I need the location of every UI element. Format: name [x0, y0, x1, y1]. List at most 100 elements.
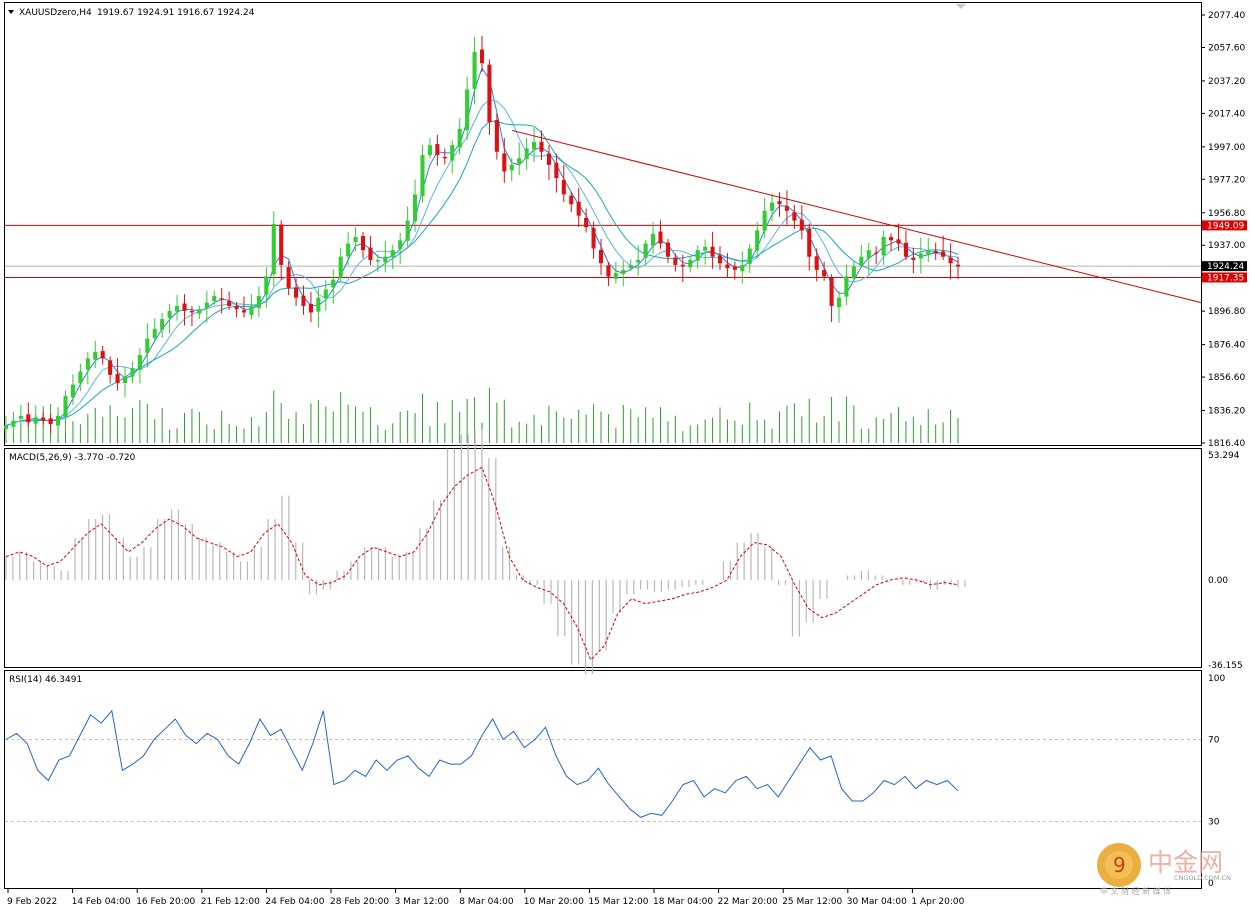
- candle-body: [606, 265, 611, 277]
- scroll-marker-icon[interactable]: [956, 4, 966, 9]
- candle-body: [182, 303, 187, 311]
- candle-body: [829, 277, 834, 306]
- candle-body: [390, 250, 395, 258]
- candle-body: [41, 417, 46, 421]
- trading-chart[interactable]: 1949.09 1917.351924.24 2077.40 2057.60 2037…: [0, 0, 1252, 913]
- rsi-indicator: 10070300: [5, 674, 1225, 889]
- candle-body: [145, 338, 150, 353]
- collapse-triangle-icon[interactable]: [8, 10, 14, 14]
- candle-body: [822, 270, 827, 277]
- time-tick-label: 30 Mar 04:00: [847, 897, 907, 907]
- candle-body: [844, 276, 849, 297]
- candle-body: [152, 328, 157, 339]
- time-tick-label: 14 Feb 04:00: [72, 897, 131, 907]
- candle-body: [941, 251, 946, 257]
- candle-body: [591, 228, 596, 249]
- candle-body: [271, 223, 276, 275]
- candle-body: [933, 250, 938, 254]
- candle-body: [353, 237, 358, 243]
- candle-body: [108, 360, 113, 375]
- candle-body: [502, 153, 507, 172]
- candle-body: [63, 396, 68, 417]
- price-tick-label: 1997.00: [1208, 143, 1245, 153]
- candle-body: [93, 351, 98, 360]
- candle-body: [717, 255, 723, 264]
- rsi-tick-label: 70: [1208, 736, 1220, 746]
- upper-resistance-line-tag-label: 1949.09: [1207, 221, 1244, 231]
- candle-body: [3, 425, 9, 429]
- candle-body: [680, 264, 685, 267]
- candle-body: [375, 259, 380, 262]
- candle-body: [427, 145, 432, 155]
- candle-body: [189, 310, 194, 313]
- candle-body: [532, 141, 537, 150]
- macd-tick-label: 53.294: [1208, 451, 1240, 461]
- candle-body: [747, 248, 752, 264]
- candle-body: [301, 295, 306, 306]
- candle-body: [814, 256, 819, 270]
- candle-body: [673, 257, 678, 265]
- symbol-label: XAUUSDzero,H4: [19, 8, 92, 18]
- macd-panel-frame: [4, 448, 1202, 668]
- price-tick-label: 1876.40: [1208, 341, 1245, 351]
- price-tick-label: 2057.60: [1208, 43, 1245, 53]
- price-tick-label: 2017.40: [1208, 109, 1245, 119]
- candle-body: [197, 309, 202, 314]
- time-tick-label: 15 Mar 12:00: [588, 897, 648, 907]
- candle-body: [100, 351, 105, 359]
- candle-body: [866, 250, 871, 259]
- candle-body: [33, 417, 38, 424]
- lower-support-line-tag-label: 1917.35: [1207, 273, 1244, 283]
- candle-body: [725, 264, 730, 269]
- candle-body: [732, 266, 737, 270]
- candle-body: [918, 253, 923, 259]
- candle-body: [472, 51, 477, 89]
- candle-body: [621, 269, 626, 275]
- candle-body: [227, 301, 232, 306]
- candle-body: [70, 384, 75, 398]
- candle-body: [256, 296, 261, 308]
- candle-body: [450, 145, 455, 161]
- candle-body: [308, 303, 313, 313]
- time-tick-label: 22 Mar 20:00: [718, 897, 778, 907]
- candle-body: [338, 256, 343, 279]
- candle-body: [665, 242, 670, 257]
- svg-text:9: 9: [1113, 853, 1126, 877]
- candle-body: [695, 250, 700, 261]
- candle-body: [487, 64, 492, 123]
- time-axis: 9 Feb 2022 14 Feb 04:00 16 Feb 20:00 21 Feb…: [7, 889, 965, 907]
- macd-tick-label: 0.00: [1208, 576, 1228, 586]
- macd-tick-label: -36.155: [1208, 661, 1243, 671]
- candle-body: [584, 217, 589, 228]
- candle-body: [703, 246, 708, 251]
- candle-body: [360, 235, 366, 251]
- candle-body: [405, 220, 410, 241]
- candle-body: [740, 264, 745, 272]
- candle-body: [851, 266, 856, 279]
- candle-body: [524, 148, 529, 160]
- candle-body: [316, 297, 321, 312]
- moving-averages: [5, 66, 959, 427]
- candle-body: [279, 224, 284, 265]
- candle-body: [175, 305, 180, 312]
- candle-body: [658, 231, 663, 244]
- candle-body: [323, 289, 328, 299]
- candle-body: [755, 230, 760, 251]
- candle-body: [479, 49, 485, 64]
- candle-body: [413, 194, 418, 222]
- candle-body: [241, 310, 247, 313]
- ma-fast-line: [5, 66, 959, 427]
- time-tick-label: 10 Mar 20:00: [524, 897, 584, 907]
- candle-body: [219, 298, 224, 300]
- candle-body: [784, 206, 789, 211]
- candle-body: [494, 119, 499, 152]
- candle-body: [688, 259, 693, 268]
- candlesticks: [3, 35, 961, 440]
- candle-body: [569, 195, 574, 205]
- time-tick-label: 9 Feb 2022: [7, 897, 57, 907]
- candle-body: [636, 259, 641, 263]
- price-panel-frame: [4, 2, 1202, 446]
- candle-body: [777, 201, 782, 205]
- candle-body: [204, 302, 209, 309]
- candle-body: [628, 264, 633, 268]
